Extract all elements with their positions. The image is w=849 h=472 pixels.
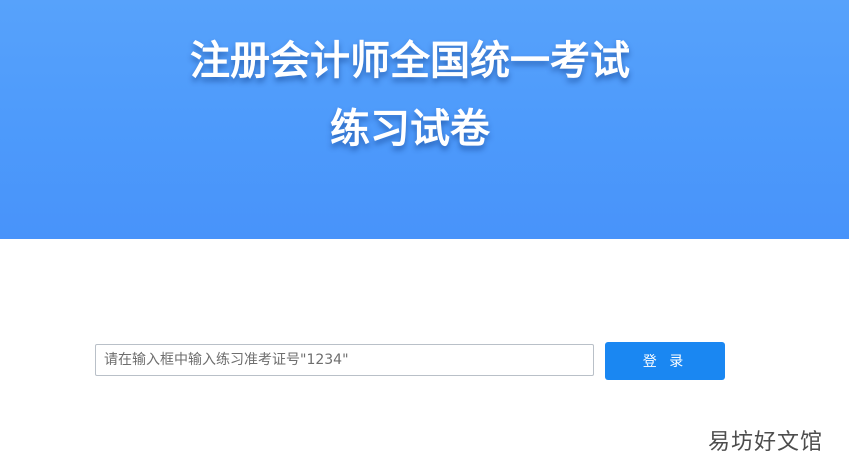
- exam-title: 注册会计师全国统一考试: [190, 38, 630, 84]
- login-page: 注册会计师全国统一考试 练习试卷 登 录 易坊好文馆: [0, 0, 849, 472]
- exam-subtitle: 练习试卷: [330, 106, 490, 152]
- watermark-text: 易坊好文馆: [707, 430, 823, 455]
- login-form: 登 录: [0, 342, 849, 380]
- header-banner: 注册会计师全国统一考试 练习试卷: [0, 0, 849, 239]
- ticket-number-input[interactable]: [95, 344, 594, 376]
- login-button[interactable]: 登 录: [605, 342, 725, 380]
